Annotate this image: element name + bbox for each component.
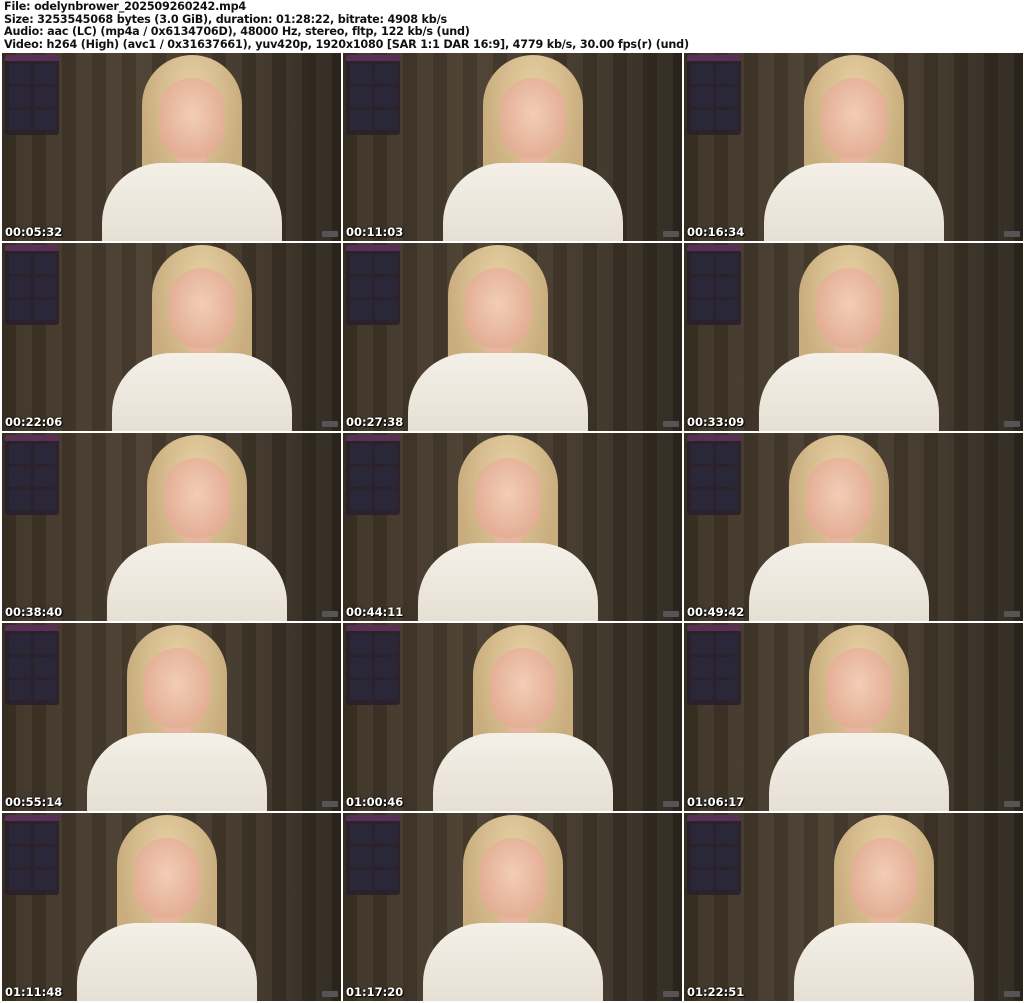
tip-menu-overlay bbox=[346, 435, 400, 515]
timestamp: 01:22:51 bbox=[687, 985, 745, 999]
video-thumbnail: 00:05:32 bbox=[2, 53, 341, 241]
timestamp: 01:06:17 bbox=[687, 795, 745, 809]
video-thumbnail: 00:38:40 bbox=[2, 433, 341, 621]
watermark-logo bbox=[663, 231, 679, 237]
timestamp: 00:11:03 bbox=[346, 225, 404, 239]
video-thumbnail: 00:33:09 bbox=[684, 243, 1023, 431]
watermark-logo bbox=[663, 421, 679, 427]
video-info: Video: h264 (High) (avc1 / 0x31637661), … bbox=[4, 37, 689, 51]
person-figure bbox=[102, 433, 292, 621]
video-thumbnail: 00:16:34 bbox=[684, 53, 1023, 241]
watermark-logo bbox=[322, 611, 338, 617]
file-info-header: File: odelynbrower_202509260242.mp4 Size… bbox=[4, 0, 689, 51]
thumbnail-grid: 00:05:32 00:11:03 00:16:34 00:22:06 00:27:38… bbox=[2, 53, 1023, 1001]
person-figure bbox=[789, 813, 979, 1001]
watermark-logo bbox=[322, 421, 338, 427]
timestamp: 00:27:38 bbox=[346, 415, 404, 429]
video-thumbnail: 01:17:20 bbox=[343, 813, 682, 1001]
person-figure bbox=[418, 813, 608, 1001]
tip-menu-overlay bbox=[346, 55, 400, 135]
timestamp: 01:17:20 bbox=[346, 985, 404, 999]
person-figure bbox=[107, 243, 297, 431]
person-figure bbox=[744, 433, 934, 621]
person-figure bbox=[97, 53, 287, 241]
watermark-logo bbox=[663, 991, 679, 997]
tip-menu-overlay bbox=[5, 435, 59, 515]
watermark-logo bbox=[1004, 801, 1020, 807]
timestamp: 00:22:06 bbox=[5, 415, 63, 429]
tip-menu-overlay bbox=[687, 435, 741, 515]
timestamp: 00:33:09 bbox=[687, 415, 745, 429]
tip-menu-overlay bbox=[346, 245, 400, 325]
timestamp: 01:00:46 bbox=[346, 795, 404, 809]
tip-menu-overlay bbox=[346, 815, 400, 895]
tip-menu-overlay bbox=[687, 245, 741, 325]
person-figure bbox=[764, 623, 954, 811]
tip-menu-overlay bbox=[5, 55, 59, 135]
person-figure bbox=[72, 813, 262, 1001]
person-figure bbox=[754, 243, 944, 431]
tip-menu-overlay bbox=[687, 625, 741, 705]
watermark-logo bbox=[322, 991, 338, 997]
video-thumbnail: 00:22:06 bbox=[2, 243, 341, 431]
timestamp: 00:05:32 bbox=[5, 225, 63, 239]
timestamp: 00:38:40 bbox=[5, 605, 63, 619]
person-figure bbox=[413, 433, 603, 621]
timestamp: 00:44:11 bbox=[346, 605, 404, 619]
person-figure bbox=[759, 53, 949, 241]
tip-menu-overlay bbox=[687, 55, 741, 135]
tip-menu-overlay bbox=[5, 245, 59, 325]
tip-menu-overlay bbox=[346, 625, 400, 705]
watermark-logo bbox=[1004, 611, 1020, 617]
watermark-logo bbox=[1004, 991, 1020, 997]
file-name: File: odelynbrower_202509260242.mp4 bbox=[4, 0, 246, 13]
timestamp: 00:49:42 bbox=[687, 605, 745, 619]
video-thumbnail: 01:00:46 bbox=[343, 623, 682, 811]
video-thumbnail: 00:44:11 bbox=[343, 433, 682, 621]
watermark-logo bbox=[663, 611, 679, 617]
person-figure bbox=[82, 623, 272, 811]
watermark-logo bbox=[663, 801, 679, 807]
person-figure bbox=[438, 53, 628, 241]
video-thumbnail: 01:06:17 bbox=[684, 623, 1023, 811]
video-thumbnail: 01:22:51 bbox=[684, 813, 1023, 1001]
watermark-logo bbox=[1004, 231, 1020, 237]
watermark-logo bbox=[1004, 421, 1020, 427]
watermark-logo bbox=[322, 801, 338, 807]
video-thumbnail: 01:11:48 bbox=[2, 813, 341, 1001]
timestamp: 00:55:14 bbox=[5, 795, 63, 809]
audio-info: Audio: aac (LC) (mp4a / 0x6134706D), 480… bbox=[4, 25, 470, 39]
watermark-logo bbox=[322, 231, 338, 237]
video-thumbnail: 00:11:03 bbox=[343, 53, 682, 241]
person-figure bbox=[403, 243, 593, 431]
tip-menu-overlay bbox=[5, 815, 59, 895]
video-thumbnail: 00:55:14 bbox=[2, 623, 341, 811]
video-thumbnail: 00:27:38 bbox=[343, 243, 682, 431]
timestamp: 00:16:34 bbox=[687, 225, 745, 239]
person-figure bbox=[428, 623, 618, 811]
video-thumbnail: 00:49:42 bbox=[684, 433, 1023, 621]
tip-menu-overlay bbox=[687, 815, 741, 895]
tip-menu-overlay bbox=[5, 625, 59, 705]
timestamp: 01:11:48 bbox=[5, 985, 63, 999]
